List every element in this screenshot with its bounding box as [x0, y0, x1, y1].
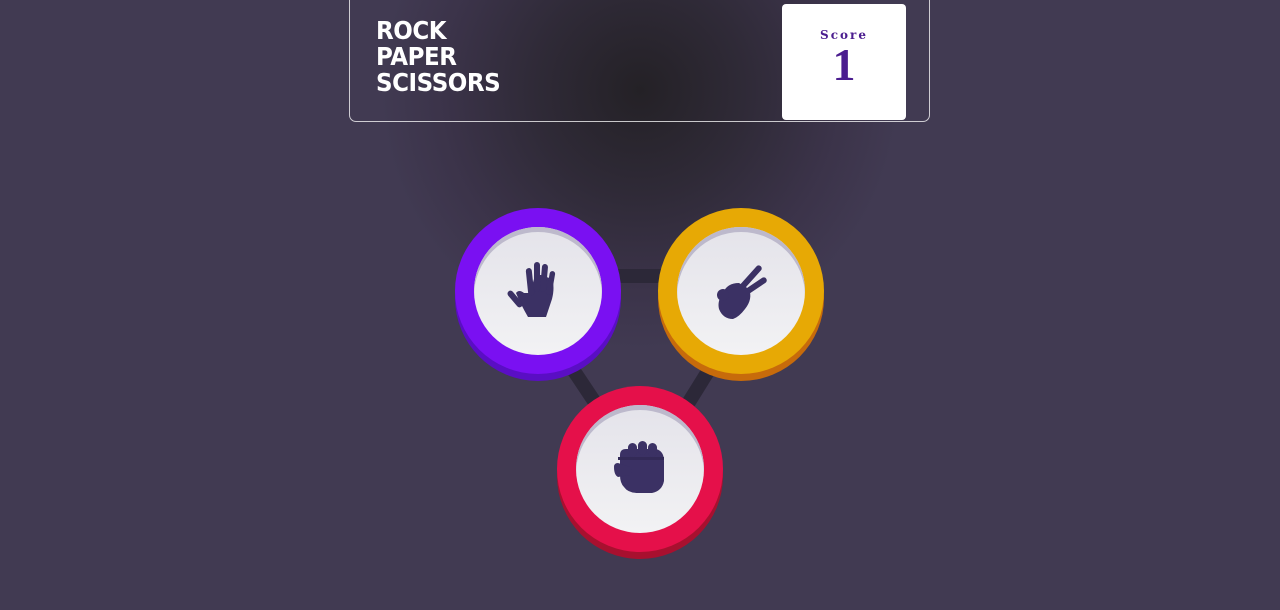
scissors-button[interactable]: [658, 208, 824, 374]
rock-button[interactable]: [557, 386, 723, 552]
score-box: Score 1: [782, 4, 906, 120]
title-line-rock: ROCK: [376, 16, 447, 45]
title-line-paper: PAPER: [376, 42, 457, 71]
game-title: ROCK PAPER SCISSORS: [376, 16, 501, 97]
hand-scissors-icon: [717, 265, 767, 319]
game-header: ROCK PAPER SCISSORS Score 1: [349, 0, 930, 122]
hand-paper-icon: [507, 262, 556, 317]
scissors-button-face: [677, 227, 805, 355]
paper-button[interactable]: [455, 208, 621, 374]
rock-button-face: [576, 405, 704, 533]
score-value: 1: [832, 39, 856, 90]
hand-rock-icon: [614, 441, 664, 493]
title-line-scissors: SCISSORS: [376, 68, 501, 97]
paper-button-face: [474, 227, 602, 355]
